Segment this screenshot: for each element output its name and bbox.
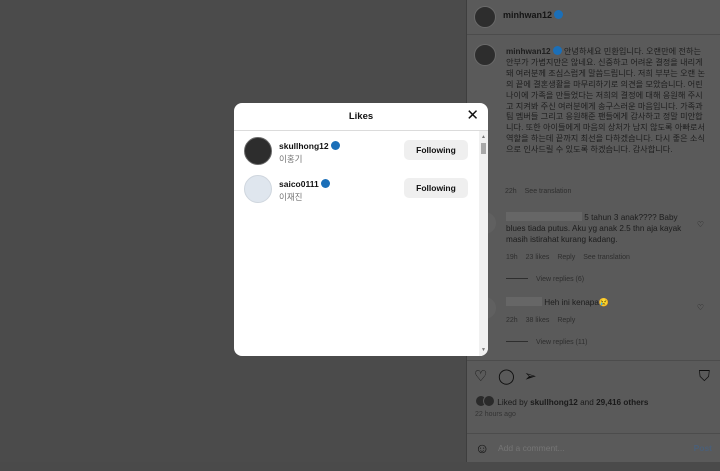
list-item: skullhong12 이홍기 Following (234, 135, 478, 171)
add-comment-bar: ☺ Post (466, 433, 720, 464)
caption-time: 22h (505, 188, 517, 195)
comment-likes[interactable]: 23 likes (526, 254, 550, 261)
comment-likes[interactable]: 38 likes (526, 317, 550, 324)
like-username[interactable]: saico0111 (279, 179, 330, 189)
scrollbar[interactable]: ▲ ▼ (479, 131, 488, 356)
modal-title: Likes (348, 111, 374, 122)
comment-input[interactable] (498, 443, 668, 453)
liked-by-others[interactable]: 29,416 others (596, 398, 648, 407)
comment-reply[interactable]: Reply (557, 317, 575, 324)
post-comment-button[interactable]: Post (694, 443, 712, 453)
verified-badge-icon (552, 46, 562, 55)
following-button[interactable]: Following (404, 140, 468, 160)
verified-badge-icon (320, 179, 330, 188)
comment-reply[interactable]: Reply (557, 254, 575, 261)
verified-badge-icon (330, 141, 340, 150)
emoji-icon[interactable]: ☺ (475, 440, 489, 456)
caption-avatar[interactable] (474, 44, 496, 66)
verified-badge-icon (554, 10, 564, 19)
share-icon[interactable]: ➢ (524, 369, 537, 385)
scroll-thumb[interactable] (481, 143, 486, 154)
post-header: minhwan12 (466, 0, 720, 35)
view-replies-link[interactable]: View replies (11) (506, 339, 588, 346)
like-fullname: 이재진 (279, 192, 303, 202)
liked-by-user[interactable]: skullhong12 (530, 398, 578, 407)
post-actions: ♡ ◯ ➢ ⛉ Liked by skullhong12 and 29,416 … (466, 360, 720, 471)
post-time: 22 hours ago (475, 411, 516, 418)
following-button[interactable]: Following (404, 178, 468, 198)
like-username[interactable]: skullhong12 (279, 141, 340, 151)
liker-avatar (483, 395, 495, 407)
redacted-username (506, 297, 542, 306)
like-heart-icon[interactable]: ♡ (474, 369, 487, 385)
list-item: saico0111 이재진 Following (234, 173, 478, 209)
post-panel: minhwan12 minhwan12 안녕하세요 민환입니다. 오랜만에 전하… (466, 0, 720, 462)
comment-text: Heh ini kenapa😢 (506, 297, 696, 308)
caption-username[interactable]: minhwan12 (506, 47, 551, 56)
avatar[interactable] (244, 137, 272, 165)
close-icon[interactable]: ✕ (466, 108, 479, 124)
save-bookmark-icon[interactable]: ⛉ (699, 369, 710, 385)
modal-header: Likes ✕ (234, 103, 488, 131)
author-username[interactable]: minhwan12 (503, 10, 564, 20)
liked-by[interactable]: Liked by skullhong12 and 29,416 others (475, 395, 648, 407)
avatar[interactable] (244, 175, 272, 203)
comment-like-heart-icon[interactable]: ♡ (697, 220, 704, 229)
scroll-down-arrow-icon[interactable]: ▼ (481, 347, 486, 353)
view-replies-link[interactable]: View replies (6) (506, 276, 584, 283)
likes-modal: Likes ✕ skullhong12 이홍기 Following saico0… (234, 103, 488, 356)
caption-body: 안녕하세요 민환입니다. 오랜만에 전하는 안부가 가볍지만은 않네요. 신중하… (506, 47, 705, 155)
caption-text: minhwan12 안녕하세요 민환입니다. 오랜만에 전하는 안부가 가볍지만… (506, 46, 710, 156)
see-translation-link[interactable]: See translation (525, 188, 572, 195)
comment-meta: 19h 23 likes Reply See translation (506, 254, 630, 261)
like-fullname: 이홍기 (279, 154, 303, 164)
comment-like-heart-icon[interactable]: ♡ (697, 303, 704, 312)
comment-text: 5 tahun 3 anak???? Baby blues tiada putu… (506, 212, 682, 244)
author-avatar[interactable] (474, 6, 496, 28)
comment-meta: 22h 38 likes Reply (506, 317, 576, 324)
comment-icon[interactable]: ◯ (498, 369, 515, 385)
caption-meta: 22h See translation (505, 188, 577, 195)
scroll-up-arrow-icon[interactable]: ▲ (481, 134, 486, 140)
redacted-username (506, 212, 582, 221)
comment-translation[interactable]: See translation (583, 254, 630, 261)
